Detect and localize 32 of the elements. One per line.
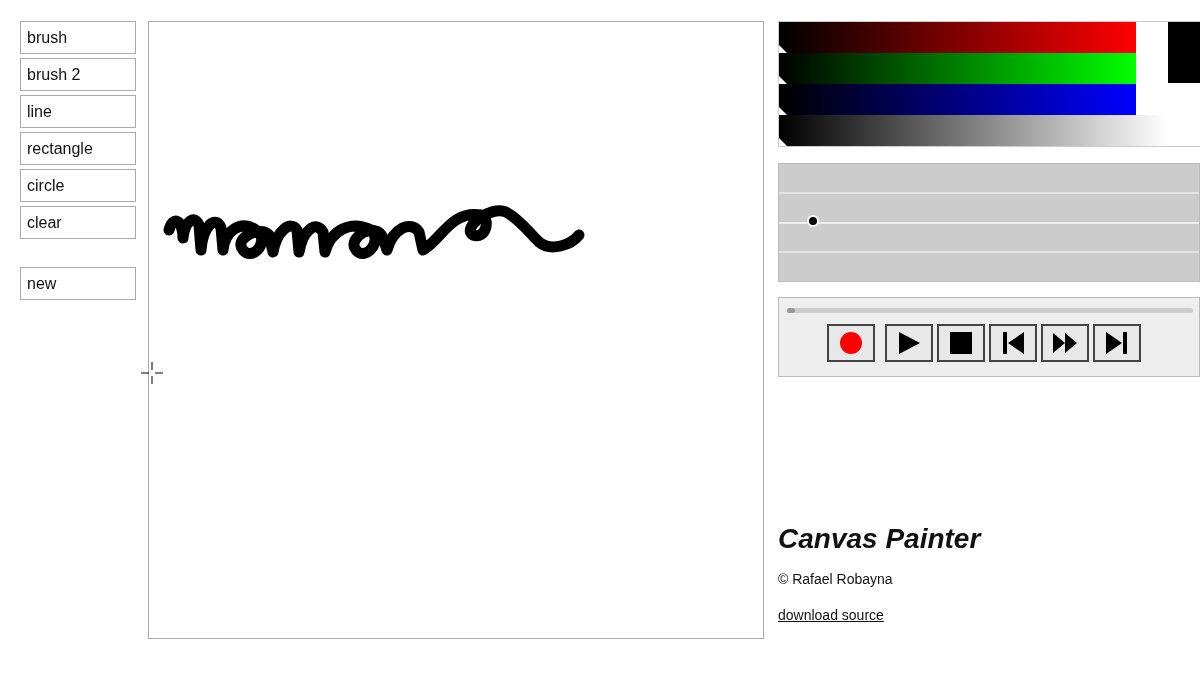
record-icon <box>838 330 864 356</box>
skip-end-icon <box>1104 330 1130 356</box>
slider-thumb[interactable] <box>808 216 817 225</box>
slider-thumb[interactable] <box>779 138 787 146</box>
end-button[interactable] <box>1093 324 1141 362</box>
app-title: Canvas Painter <box>778 523 983 555</box>
tool-button[interactable]: brush <box>20 21 136 54</box>
tool-button[interactable]: rectangle <box>20 132 136 165</box>
play-button[interactable] <box>885 324 933 362</box>
color-slider[interactable] <box>779 22 1136 53</box>
record-button[interactable] <box>827 324 875 362</box>
download-link[interactable]: download source <box>778 607 884 623</box>
tool-button[interactable]: circle <box>20 169 136 202</box>
color-slider[interactable] <box>779 53 1136 84</box>
play-icon <box>896 330 922 356</box>
fast-forward-button[interactable] <box>1041 324 1089 362</box>
drawing-canvas[interactable] <box>148 21 764 639</box>
slider-thumb[interactable] <box>779 45 787 53</box>
new-button[interactable]: new <box>20 267 136 300</box>
color-slider[interactable] <box>779 84 1136 115</box>
crosshair-icon <box>141 362 163 384</box>
stop-button[interactable] <box>937 324 985 362</box>
tool-button[interactable]: line <box>20 95 136 128</box>
fast-forward-icon <box>1052 330 1078 356</box>
tool-button[interactable]: clear <box>20 206 136 239</box>
tool-button[interactable]: brush 2 <box>20 58 136 91</box>
slider-thumb[interactable] <box>779 107 787 115</box>
stop-icon <box>948 330 974 356</box>
skip-back-icon <box>1000 330 1026 356</box>
slider-thumb[interactable] <box>779 76 787 84</box>
rewind-button[interactable] <box>989 324 1037 362</box>
copyright-text: © Rafael Robayna <box>778 571 894 587</box>
